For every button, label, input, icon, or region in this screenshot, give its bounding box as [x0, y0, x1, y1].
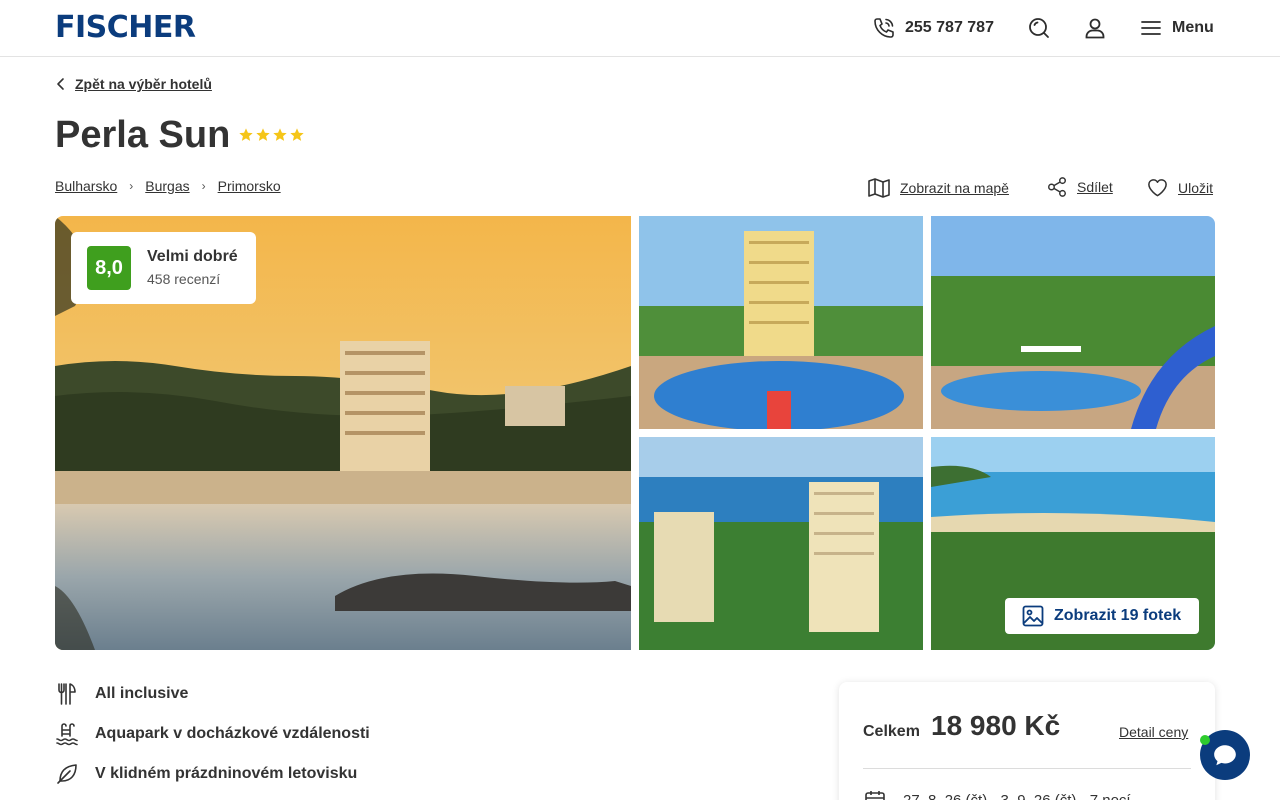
show-on-map-link[interactable]: Zobrazit na mapě: [867, 176, 1009, 200]
back-to-hotels-link[interactable]: Zpět na výběr hotelů: [55, 76, 212, 92]
rating-score: 8,0: [87, 246, 131, 290]
heart-icon: [1148, 179, 1167, 197]
rating-label: Velmi dobré: [147, 248, 238, 265]
total-label: Celkem: [863, 723, 920, 740]
feature-label: All inclusive: [95, 685, 189, 702]
share-label: Sdílet: [1077, 179, 1113, 195]
online-status-dot: [1200, 735, 1210, 745]
share-link[interactable]: Sdílet: [1046, 176, 1113, 198]
leaf-icon: [57, 764, 77, 784]
phone-number: 255 787 787: [905, 19, 994, 36]
map-label: Zobrazit na mapě: [900, 180, 1009, 196]
star-rating: [238, 127, 305, 143]
price-card: Celkem 18 980 Kč Detail ceny 27. 8. 26 (…: [839, 682, 1215, 800]
calendar-icon: [865, 791, 885, 800]
feature-label: Aquapark v docházkové vzdálenosti: [95, 725, 370, 742]
breadcrumb-region[interactable]: Burgas: [145, 178, 189, 194]
pool-icon: [56, 723, 78, 746]
total-price: 18 980 Kč: [931, 710, 1061, 741]
feature-all-inclusive: All inclusive: [55, 682, 188, 706]
menu-label: Menu: [1172, 19, 1214, 36]
map-icon: [868, 178, 890, 198]
hotel-pool-photo[interactable]: [639, 216, 923, 429]
price-detail-link[interactable]: Detail ceny: [1119, 724, 1188, 740]
breadcrumb-country[interactable]: Bulharsko: [55, 178, 117, 194]
back-link-label: Zpět na výběr hotelů: [75, 76, 212, 92]
rating-badge[interactable]: 8,0 Velmi dobré 458 recenzí: [71, 232, 256, 304]
show-photos-label: Zobrazit 19 fotek: [1054, 607, 1182, 624]
hotel-name: Perla Sun: [55, 114, 231, 156]
share-icon: [1048, 177, 1066, 197]
user-icon[interactable]: [1083, 16, 1107, 40]
star-icon: [273, 128, 287, 141]
hamburger-icon: [1141, 21, 1161, 35]
site-header: FISCHER 255 787 787 Menu: [0, 0, 1280, 57]
star-icon: [239, 128, 253, 141]
chat-button[interactable]: [1200, 730, 1250, 780]
save-label: Uložit: [1178, 179, 1214, 196]
show-all-photos-button[interactable]: Zobrazit 19 fotek: [1005, 598, 1199, 634]
chevron-right-icon: ›: [129, 179, 134, 193]
hotel-waterslide-photo[interactable]: [931, 216, 1215, 429]
phone-link[interactable]: 255 787 787: [872, 16, 994, 40]
trip-dates[interactable]: 27. 8. 26 (čt) - 3. 9. 26 (čt) · 7 nocí: [863, 788, 1131, 800]
star-icon: [256, 128, 270, 141]
chat-bubble-icon: [1214, 745, 1236, 766]
search-icon[interactable]: [1027, 16, 1051, 40]
feature-aquapark: Aquapark v docházkové vzdálenosti: [55, 722, 370, 746]
chevron-right-icon: ›: [201, 179, 206, 193]
trip-dates-label: 27. 8. 26 (čt) - 3. 9. 26 (čt) · 7 nocí: [903, 791, 1131, 800]
feature-label: V klidném prázdninovém letovisku: [95, 765, 358, 782]
save-link[interactable]: Uložit: [1146, 176, 1213, 199]
divider: [863, 768, 1191, 769]
star-icon: [290, 128, 304, 141]
feature-quiet-resort: V klidném prázdninovém letovisku: [55, 762, 357, 786]
breadcrumb: Bulharsko › Burgas › Primorsko: [55, 178, 281, 194]
image-icon: [1022, 605, 1044, 627]
fischer-logo[interactable]: FISCHER: [55, 12, 196, 44]
hotel-aerial-photo[interactable]: [639, 437, 923, 650]
phone-icon: [874, 18, 894, 38]
menu-button[interactable]: Menu: [1140, 16, 1214, 40]
cutlery-icon: [58, 683, 76, 705]
breadcrumb-resort[interactable]: Primorsko: [218, 178, 281, 194]
chevron-left-icon: [57, 78, 64, 90]
review-count: 458 recenzí: [147, 271, 221, 287]
